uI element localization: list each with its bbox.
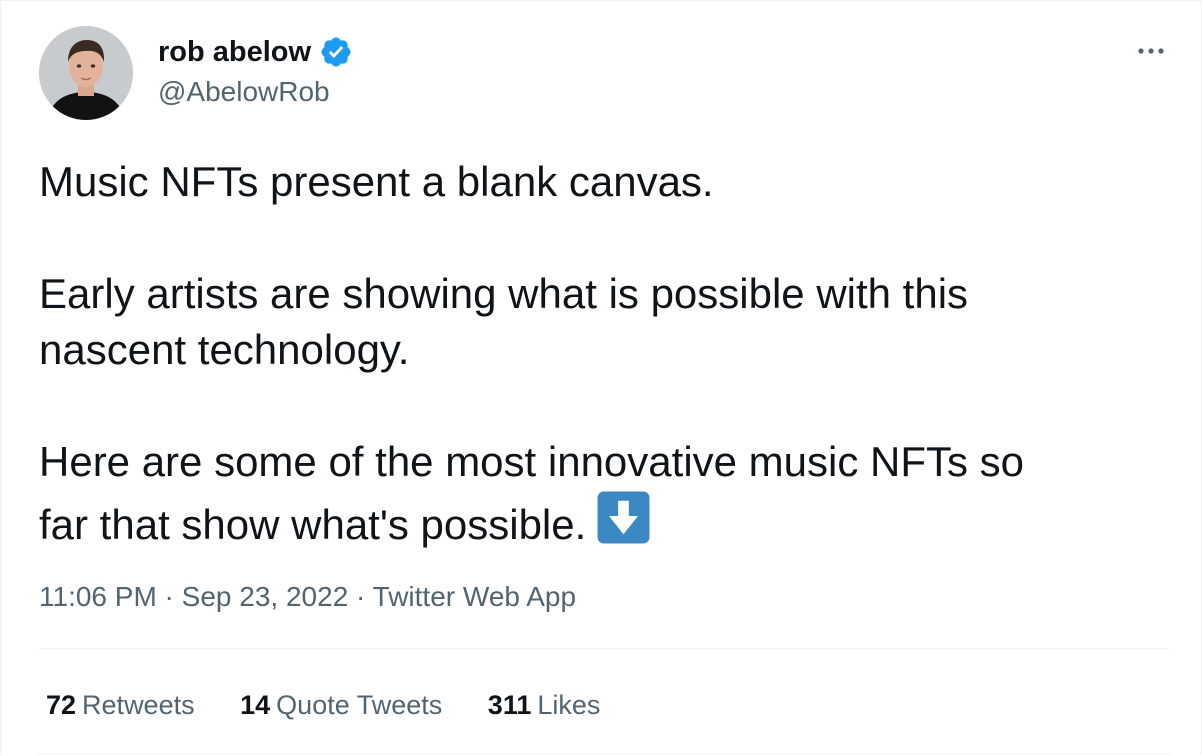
person-portrait-avatar-icon: [39, 26, 133, 120]
author-name[interactable]: rob abelow: [158, 34, 311, 70]
tweet-card: rob abelow @AbelowRob Music NFTs present…: [0, 0, 1202, 755]
tweet-paragraph-text: Here are some of the most innovative mus…: [39, 438, 1025, 548]
more-options-icon[interactable]: [1129, 39, 1173, 63]
tweet-stats: 72 Retweets 14 Quote Tweets 311 Likes: [46, 687, 638, 723]
likes-stat[interactable]: 311 Likes: [488, 687, 601, 723]
divider: [39, 648, 1169, 649]
tweet-paragraph: Music NFTs present a blank canvas.: [39, 158, 714, 205]
tweet-paragraph: Early artists are showing what is possib…: [39, 270, 969, 373]
quote-tweets-count: 14: [240, 690, 271, 720]
meta-separator: ·: [156, 581, 182, 612]
retweets-label: Retweets: [82, 690, 195, 720]
quote-tweets-label: Quote Tweets: [276, 690, 443, 720]
meta-separator: ·: [348, 581, 373, 612]
avatar[interactable]: [39, 26, 133, 120]
tweet-paragraph: Here are some of the most innovative mus…: [39, 434, 1179, 553]
down-arrow-emoji-icon: [597, 491, 650, 544]
tweet-date[interactable]: Sep 23, 2022: [182, 581, 349, 612]
tweet-source[interactable]: Twitter Web App: [373, 581, 576, 612]
author-handle[interactable]: @AbelowRob: [158, 75, 330, 109]
retweets-count: 72: [46, 690, 77, 720]
retweets-stat[interactable]: 72 Retweets: [46, 687, 195, 723]
quote-tweets-stat[interactable]: 14 Quote Tweets: [240, 687, 442, 723]
tweet-text: Music NFTs present a blank canvas. Early…: [39, 154, 1179, 553]
divider: [39, 753, 1169, 754]
likes-label: Likes: [537, 690, 601, 720]
verified-badge-icon: [321, 37, 351, 67]
tweet-time[interactable]: 11:06 PM: [39, 581, 157, 612]
likes-count: 311: [487, 690, 532, 720]
tweet-meta: 11:06 PM · Sep 23, 2022 · Twitter Web Ap…: [39, 579, 576, 615]
